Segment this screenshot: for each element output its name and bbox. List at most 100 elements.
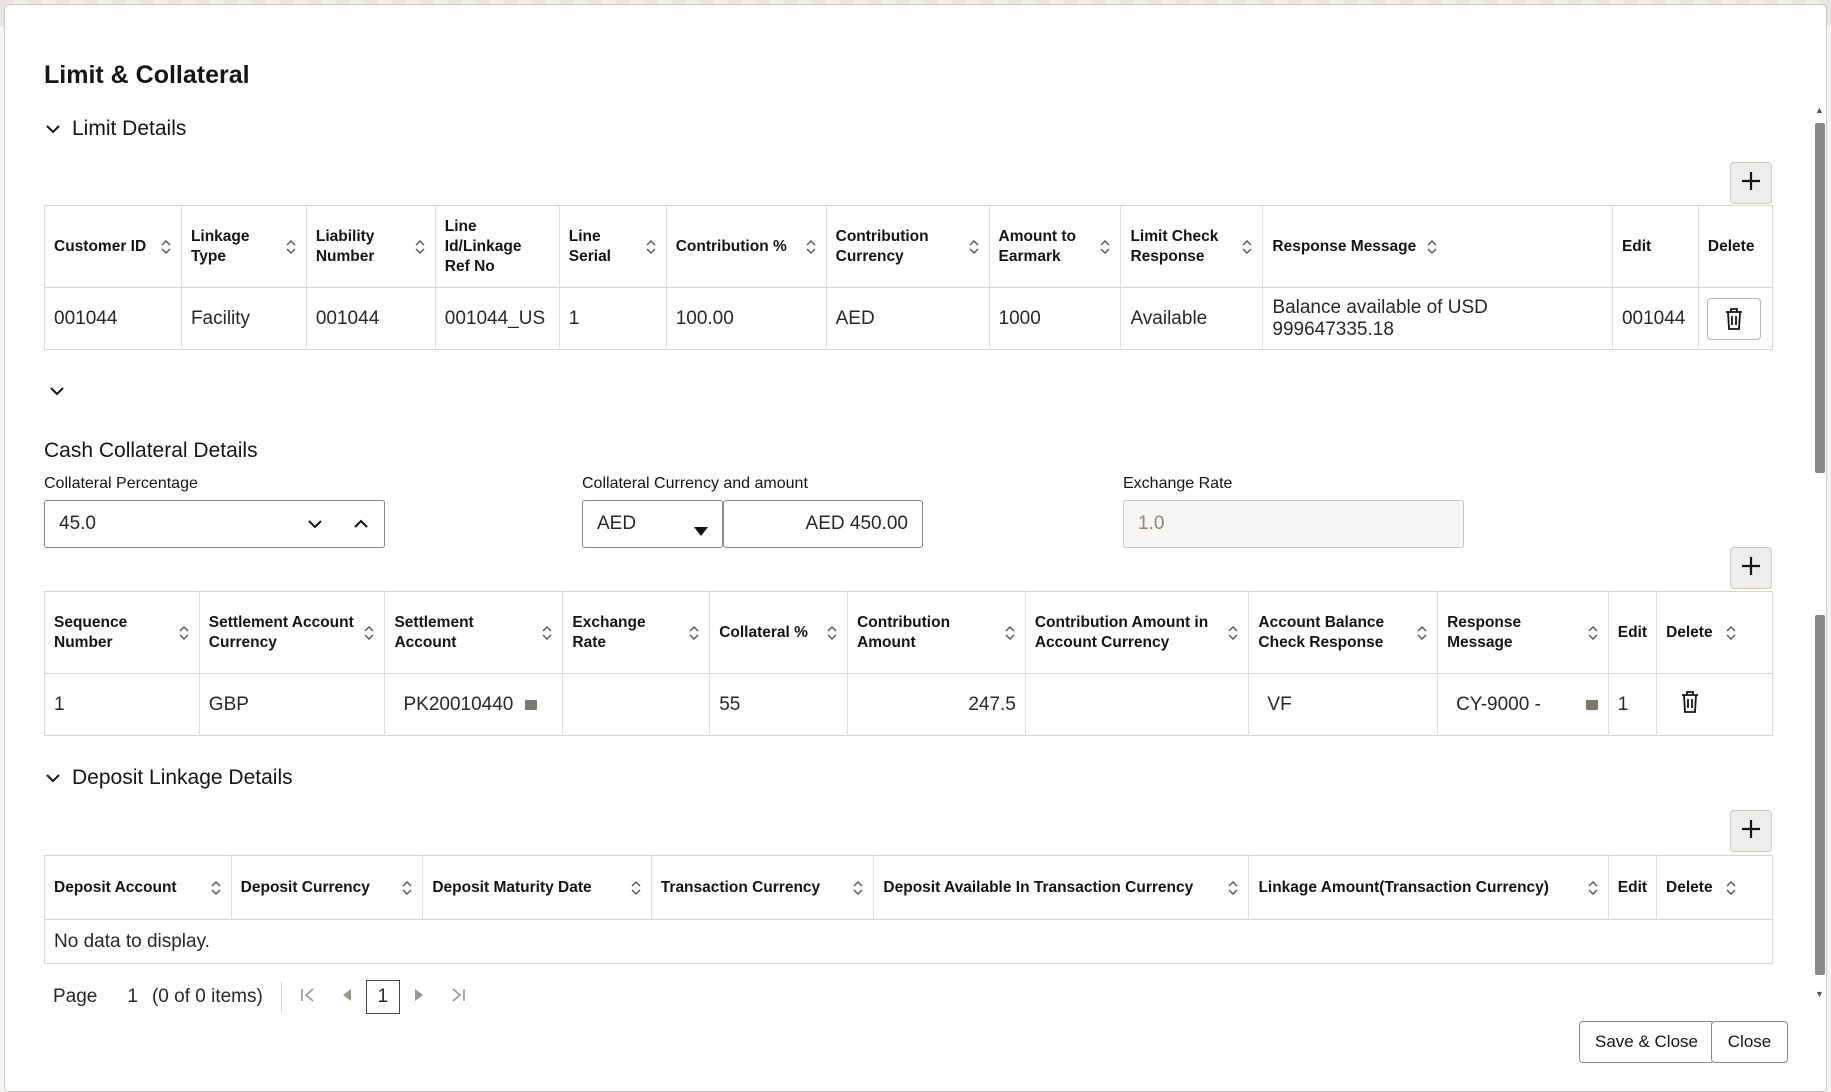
sort-icon: [211, 880, 221, 895]
col-edit: Edit: [1608, 855, 1658, 920]
cell-liability-number: 001044: [306, 287, 436, 350]
cell-settlement-account-currency: GBP: [199, 673, 386, 736]
col-deposit-account[interactable]: Deposit Account: [44, 855, 232, 920]
deposit-linkage-header[interactable]: Deposit Linkage Details: [44, 766, 293, 790]
collateral-percentage-label: Collateral Percentage: [44, 475, 198, 492]
chevron-down-icon[interactable]: [48, 382, 66, 400]
increment-chevron-icon[interactable]: [352, 515, 370, 539]
exchange-rate-label: Exchange Rate: [1123, 475, 1233, 492]
plus-icon: [1740, 555, 1762, 582]
col-contribution-amount-acc-ccy[interactable]: Contribution Amount in Account Currency: [1025, 591, 1250, 674]
sort-icon: [1427, 239, 1437, 254]
add-limit-button[interactable]: [1730, 162, 1772, 204]
sort-icon: [1005, 625, 1015, 640]
col-line-id[interactable]: Line Id/Linkage Ref No: [435, 205, 560, 288]
scrollbar-thumb-upper[interactable]: [1815, 123, 1825, 473]
col-contribution-pct[interactable]: Contribution %: [666, 205, 827, 288]
col-exchange-rate[interactable]: Exchange Rate: [562, 591, 711, 674]
save-close-button[interactable]: Save & Close: [1579, 1021, 1714, 1063]
col-sequence-number[interactable]: Sequence Number: [44, 591, 200, 674]
delete-row-button[interactable]: [1706, 297, 1761, 340]
last-page-icon[interactable]: [450, 987, 466, 1008]
vertical-scrollbar[interactable]: ▲ ▼: [1812, 105, 1826, 1005]
collateral-percentage-input[interactable]: 45.0: [44, 500, 385, 548]
col-deposit-currency[interactable]: Deposit Currency: [231, 855, 424, 920]
add-deposit-button[interactable]: [1730, 810, 1772, 852]
scroll-up-icon[interactable]: ▲: [1815, 105, 1824, 115]
cell-limit-check-response: Available: [1120, 287, 1264, 350]
page-label: Page: [53, 986, 98, 1007]
cell-balance-check-response: VF: [1248, 673, 1439, 736]
scroll-down-icon[interactable]: ▼: [1815, 989, 1824, 999]
col-transaction-currency[interactable]: Transaction Currency: [651, 855, 875, 920]
col-linkage-amount[interactable]: Linkage Amount(Transaction Currency): [1248, 855, 1609, 920]
col-settlement-account[interactable]: Settlement Account: [384, 591, 564, 674]
col-delete[interactable]: Delete: [1656, 591, 1773, 674]
col-linkage-type[interactable]: Linkage Type: [181, 205, 307, 288]
exchange-rate-input[interactable]: 1.0: [1123, 500, 1464, 548]
col-response-message[interactable]: Response Message: [1262, 205, 1613, 288]
col-amount-to-earmark[interactable]: Amount to Earmark: [989, 205, 1122, 288]
delete-row-button[interactable]: [1679, 690, 1701, 719]
pagination: Page 1 (0 of 0 items) 1: [53, 980, 466, 1014]
sort-icon: [689, 625, 699, 640]
cell-contribution-currency: AED: [826, 287, 990, 350]
deposit-linkage-title: Deposit Linkage Details: [72, 766, 293, 789]
plus-icon: [1740, 818, 1762, 845]
scrollbar-thumb-lower[interactable]: [1815, 615, 1825, 975]
limit-table-header-row: Customer ID Linkage Type Liability Numbe…: [44, 205, 1773, 288]
cell-edit-link[interactable]: 001044: [1612, 287, 1699, 350]
cell-line-id-link[interactable]: 001044_US: [435, 287, 560, 350]
col-deposit-maturity-date[interactable]: Deposit Maturity Date: [422, 855, 652, 920]
col-balance-check-response[interactable]: Account Balance Check Response: [1248, 591, 1439, 674]
col-liability-number[interactable]: Liability Number: [306, 205, 436, 288]
current-page-button[interactable]: 1: [365, 980, 400, 1014]
deposit-linkage-table: Deposit Account Deposit Currency Deposit…: [44, 855, 1773, 964]
sort-icon: [1726, 880, 1736, 895]
sort-icon: [1588, 625, 1598, 640]
collateral-currency-select[interactable]: AED: [582, 500, 723, 548]
cell-edit-link[interactable]: 1: [1608, 673, 1658, 736]
close-button[interactable]: Close: [1711, 1021, 1788, 1063]
col-edit: Edit: [1612, 205, 1699, 288]
sort-icon: [1588, 880, 1598, 895]
decrement-chevron-icon[interactable]: [306, 515, 324, 539]
cell-contribution-amount-acc-ccy: [1025, 673, 1250, 736]
collateral-amount-input[interactable]: AED 450.00: [723, 500, 923, 548]
col-settlement-account-currency[interactable]: Settlement Account Currency: [199, 591, 386, 674]
page-number-input[interactable]: 1: [127, 986, 138, 1008]
sort-icon: [806, 239, 816, 254]
cell-settlement-account[interactable]: PK20010440: [384, 673, 564, 736]
col-line-serial[interactable]: Line Serial: [559, 205, 667, 288]
textarea-resize-icon[interactable]: [525, 699, 538, 710]
col-delete[interactable]: Delete: [1656, 855, 1773, 920]
limit-details-table: Customer ID Linkage Type Liability Numbe…: [44, 205, 1773, 350]
cell-delete: [1657, 674, 1773, 736]
col-collateral-pct[interactable]: Collateral %: [709, 591, 849, 674]
chevron-down-icon[interactable]: [44, 769, 62, 787]
col-contribution-currency[interactable]: Contribution Currency: [826, 205, 990, 288]
trash-icon: [1682, 690, 1699, 713]
add-collateral-button[interactable]: [1730, 547, 1772, 589]
cash-collateral-title: Cash Collateral Details: [44, 439, 258, 462]
sort-icon: [646, 239, 656, 254]
table-row: 1 GBP PK20010440 55 247.5 VF CY-9000 - 1: [44, 673, 1773, 736]
col-contribution-amount[interactable]: Contribution Amount: [847, 591, 1026, 674]
col-limit-check-response[interactable]: Limit Check Response: [1120, 205, 1264, 288]
col-customer-id[interactable]: Customer ID: [44, 205, 182, 288]
sort-icon: [1726, 625, 1736, 640]
prev-page-icon[interactable]: [342, 988, 352, 1006]
textarea-resize-icon[interactable]: [1585, 699, 1598, 710]
cell-contribution-amount: 247.5: [847, 673, 1026, 736]
col-response-message[interactable]: Response Message: [1437, 591, 1609, 674]
sort-icon: [364, 625, 374, 640]
next-page-icon[interactable]: [414, 988, 424, 1006]
cash-collateral-table: Sequence Number Settlement Account Curre…: [44, 591, 1773, 736]
cell-exchange-rate: [562, 673, 711, 736]
chevron-down-icon[interactable]: [44, 120, 62, 138]
limit-details-header[interactable]: Limit Details: [44, 117, 186, 141]
sort-icon: [1417, 625, 1427, 640]
col-deposit-available[interactable]: Deposit Available In Transaction Currenc…: [873, 855, 1250, 920]
cell-response-message[interactable]: CY-9000 -: [1437, 673, 1609, 736]
first-page-icon[interactable]: [300, 987, 316, 1008]
